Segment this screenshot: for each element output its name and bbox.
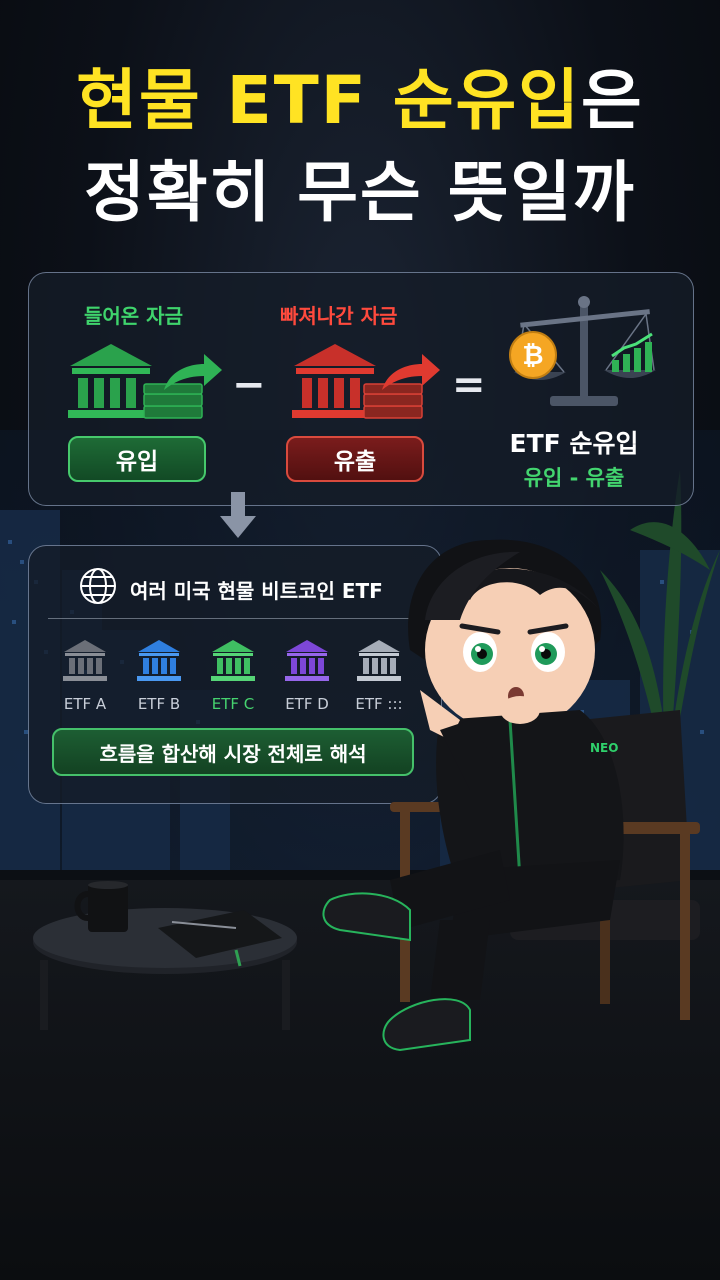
etf-c-bank-icon — [211, 640, 255, 681]
etf-a-bank-icon — [63, 640, 107, 681]
coffee-table — [33, 881, 297, 1030]
etf-a-label: ETF A — [63, 695, 107, 713]
chart-up-icon — [611, 332, 653, 372]
bitcoin-icon: ₿ — [509, 331, 557, 379]
inflow-caption: 들어온 자금 — [84, 304, 183, 328]
globe-icon — [80, 568, 116, 604]
jacket-logo: NEO — [590, 741, 618, 755]
svg-text:₿: ₿ — [522, 341, 543, 371]
etf-c-label: ETF C — [211, 695, 255, 713]
outflow-badge: 유출 — [286, 436, 424, 482]
net-inflow-formula: 유입 - 유출 — [523, 466, 625, 490]
title-line-2: 정확히 무슨 뜻일까 — [84, 154, 636, 231]
net-inflow-title: ETF 순유입 — [509, 429, 639, 458]
outflow-caption: 빠져나간 자금 — [280, 304, 398, 328]
down-arrow-icon — [220, 492, 256, 538]
etf-b-label: ETF B — [137, 695, 181, 713]
equals-sign: = — [452, 362, 486, 408]
inflow-arrow-icon — [164, 354, 222, 390]
character-illustration: NEO — [322, 539, 624, 1052]
etf-b-bank-icon — [137, 640, 181, 681]
minus-sign: − — [232, 362, 266, 408]
title-tail: 은 — [581, 62, 644, 139]
outflow-arrow-icon — [382, 354, 440, 390]
inflow-badge: 유입 — [68, 436, 206, 482]
title-highlight: 현물 ETF 순유입 — [76, 62, 581, 139]
title-line-1: 현물 ETF 순유입은 — [0, 68, 720, 134]
